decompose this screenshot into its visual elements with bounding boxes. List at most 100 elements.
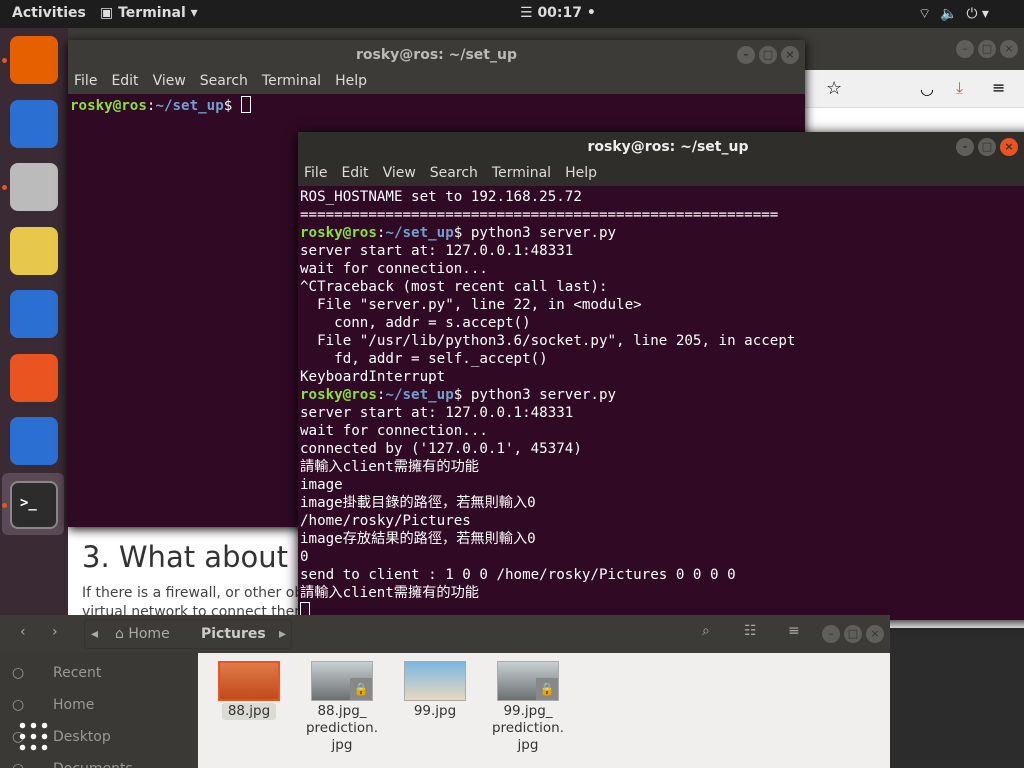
sidebar-item-documents[interactable]: ○ Documents	[0, 761, 198, 768]
terminal-icon: ▣	[100, 5, 119, 21]
terminal-line: ROS_HOSTNAME set to 192.168.25.72	[300, 188, 1024, 206]
close-button[interactable]: ×	[1000, 40, 1018, 58]
sidebar-label: Recent	[53, 665, 102, 681]
terminal-window-2: rosky@ros: ~/set_up – □ × File Edit View Searc…	[298, 132, 1024, 620]
menu-view[interactable]: View	[383, 162, 416, 186]
file-thumbnail	[404, 661, 466, 701]
close-button[interactable]: ×	[1000, 138, 1018, 156]
rhythmbox-icon[interactable]	[10, 226, 58, 275]
menu-icon[interactable]: ≡	[992, 78, 1005, 97]
menu-icon[interactable]: ≡	[788, 623, 800, 639]
menu-edit[interactable]: Edit	[341, 162, 368, 186]
menu-file[interactable]: File	[74, 70, 97, 94]
top-bar: Activities ▣ Terminal ▾ ☰ 00:17 • ⌔ 🔈 ⏻ …	[0, 0, 1024, 28]
file-item[interactable]: 🔒 88.jpg_ prediction. jpg	[297, 661, 387, 754]
file-item[interactable]: 88.jpg	[204, 661, 294, 720]
maximize-button[interactable]: □	[978, 40, 996, 58]
menu-search[interactable]: Search	[200, 70, 248, 94]
terminal-line: /home/rosky/Pictures	[300, 512, 1024, 530]
sidebar-label: Home	[53, 697, 95, 713]
line-text: fd, addr = self._accept()	[300, 351, 548, 367]
maximize-button[interactable]: □	[978, 138, 996, 156]
window-title: rosky@ros: ~/set_up	[587, 139, 749, 155]
line-text: File "server.py", line 22, in <module>	[300, 297, 642, 313]
terminal-line: wait for connection...	[300, 260, 1024, 278]
menu-terminal[interactable]: Terminal	[492, 162, 551, 186]
line-text: send to client : 1 0 0 /home/rosky/Pictu…	[300, 567, 736, 583]
line-text: server start at: 127.0.0.1:48331	[300, 243, 574, 259]
firefox-icon[interactable]	[10, 36, 58, 84]
terminal-line: fd, addr = self._accept()	[300, 350, 1024, 368]
line-text: ========================================…	[300, 207, 779, 223]
path-left-arrow[interactable]: ◂	[91, 620, 98, 648]
pocket-icon[interactable]: ◡	[920, 79, 934, 98]
home-icon: ○	[12, 697, 25, 713]
terminal-line: KeyboardInterrupt	[300, 368, 1024, 386]
menu-file[interactable]: File	[304, 162, 327, 186]
search-icon[interactable]: ⌕	[702, 623, 710, 639]
file-name: 99.jpg	[413, 703, 457, 719]
menu-view[interactable]: View	[153, 70, 186, 94]
back-button[interactable]: ‹	[20, 624, 26, 640]
terminal-line: ========================================…	[300, 206, 1024, 224]
download-icon[interactable]: ⤓	[956, 78, 963, 98]
prompt-user: rosky@ros	[70, 98, 147, 114]
clock[interactable]: ☰ 00:17 •	[520, 5, 596, 21]
terminal-line: 請輸入client需擁有的功能	[300, 584, 1024, 602]
prompt-user: rosky@ros	[300, 225, 377, 241]
bookmark-star-icon[interactable]: ☆	[826, 78, 842, 99]
close-button[interactable]: ×	[781, 46, 799, 64]
line-text: server start at: 127.0.0.1:48331	[300, 405, 574, 421]
menu-help[interactable]: Help	[565, 162, 597, 186]
libreoffice-writer-icon[interactable]	[10, 290, 58, 338]
maximize-button[interactable]: □	[844, 625, 862, 643]
maximize-button[interactable]: □	[759, 46, 777, 64]
terminal-line: rosky@ros:~/set_up$ python3 server.py	[300, 225, 617, 241]
line-text: wait for connection...	[300, 423, 488, 439]
minimize-button[interactable]: –	[822, 625, 840, 643]
close-button[interactable]: ×	[866, 625, 884, 643]
forward-button[interactable]: ›	[52, 624, 58, 640]
sidebar-item-recent[interactable]: ○ Recent	[0, 665, 198, 689]
line-text: wait for connection...	[300, 261, 488, 277]
path-right-arrow[interactable]: ▸	[279, 620, 286, 648]
file-name: 88.jpg_ prediction. jpg	[305, 703, 379, 753]
path-home[interactable]: ⌂ Home	[115, 620, 170, 648]
file-thumbnail: 🔒	[311, 661, 373, 701]
document-icon: ○	[12, 761, 24, 768]
terminal-output[interactable]: ROS_HOSTNAME set to 192.168.25.72 =======…	[298, 186, 1024, 620]
software-center-icon[interactable]	[10, 353, 58, 402]
sidebar-item-home[interactable]: ○ Home	[0, 697, 198, 721]
window-title: rosky@ros: ~/set_up	[356, 47, 517, 63]
menu-terminal[interactable]: Terminal	[262, 70, 321, 94]
help-icon[interactable]	[10, 417, 58, 465]
app-menu[interactable]: ▣ Terminal ▾	[100, 5, 198, 21]
file-item[interactable]: 🔒 99.jpg_ prediction. jpg	[483, 661, 573, 754]
system-menu-icons[interactable]: ⌔ 🔈 ⏻ ▾	[918, 5, 989, 23]
line-text: image存放結果的路徑，若無則輸入0	[300, 531, 536, 547]
file-item[interactable]: 99.jpg	[390, 661, 480, 720]
file-name: 99.jpg_ prediction. jpg	[491, 703, 565, 753]
activities-button[interactable]: Activities	[12, 5, 86, 21]
terminal-line: send to client : 1 0 0 /home/rosky/Pictu…	[300, 566, 1024, 584]
minimize-button[interactable]: –	[956, 138, 974, 156]
view-toggle-icon[interactable]: ☷	[744, 623, 757, 639]
prompt-path: ~/set_up	[385, 387, 454, 403]
line-text: connected by ('127.0.0.1', 45374)	[300, 441, 582, 457]
prompt-path: ~/set_up	[155, 98, 224, 114]
minimize-button[interactable]: –	[956, 40, 974, 58]
thunderbird-icon[interactable]	[10, 99, 58, 148]
minimize-button[interactable]: –	[737, 46, 755, 64]
show-applications-icon[interactable]	[17, 720, 49, 752]
line-text: conn, addr = s.accept()	[300, 315, 531, 331]
running-indicator	[2, 502, 7, 508]
menu-search[interactable]: Search	[430, 162, 478, 186]
files-icon[interactable]	[10, 163, 58, 211]
files-window: ‹ › ◂ ⌂ Home Pictures ▸ ⌕ ☷ ≡ – □ × ○ Recen…	[0, 615, 890, 768]
terminal-icon[interactable]: >_	[10, 480, 58, 529]
page-heading: 3. What about fir	[82, 540, 328, 574]
path-pictures[interactable]: Pictures	[201, 620, 266, 648]
menu-edit[interactable]: Edit	[111, 70, 138, 94]
line-text: ROS_HOSTNAME set to 192.168.25.72	[300, 189, 582, 205]
menu-help[interactable]: Help	[335, 70, 367, 94]
